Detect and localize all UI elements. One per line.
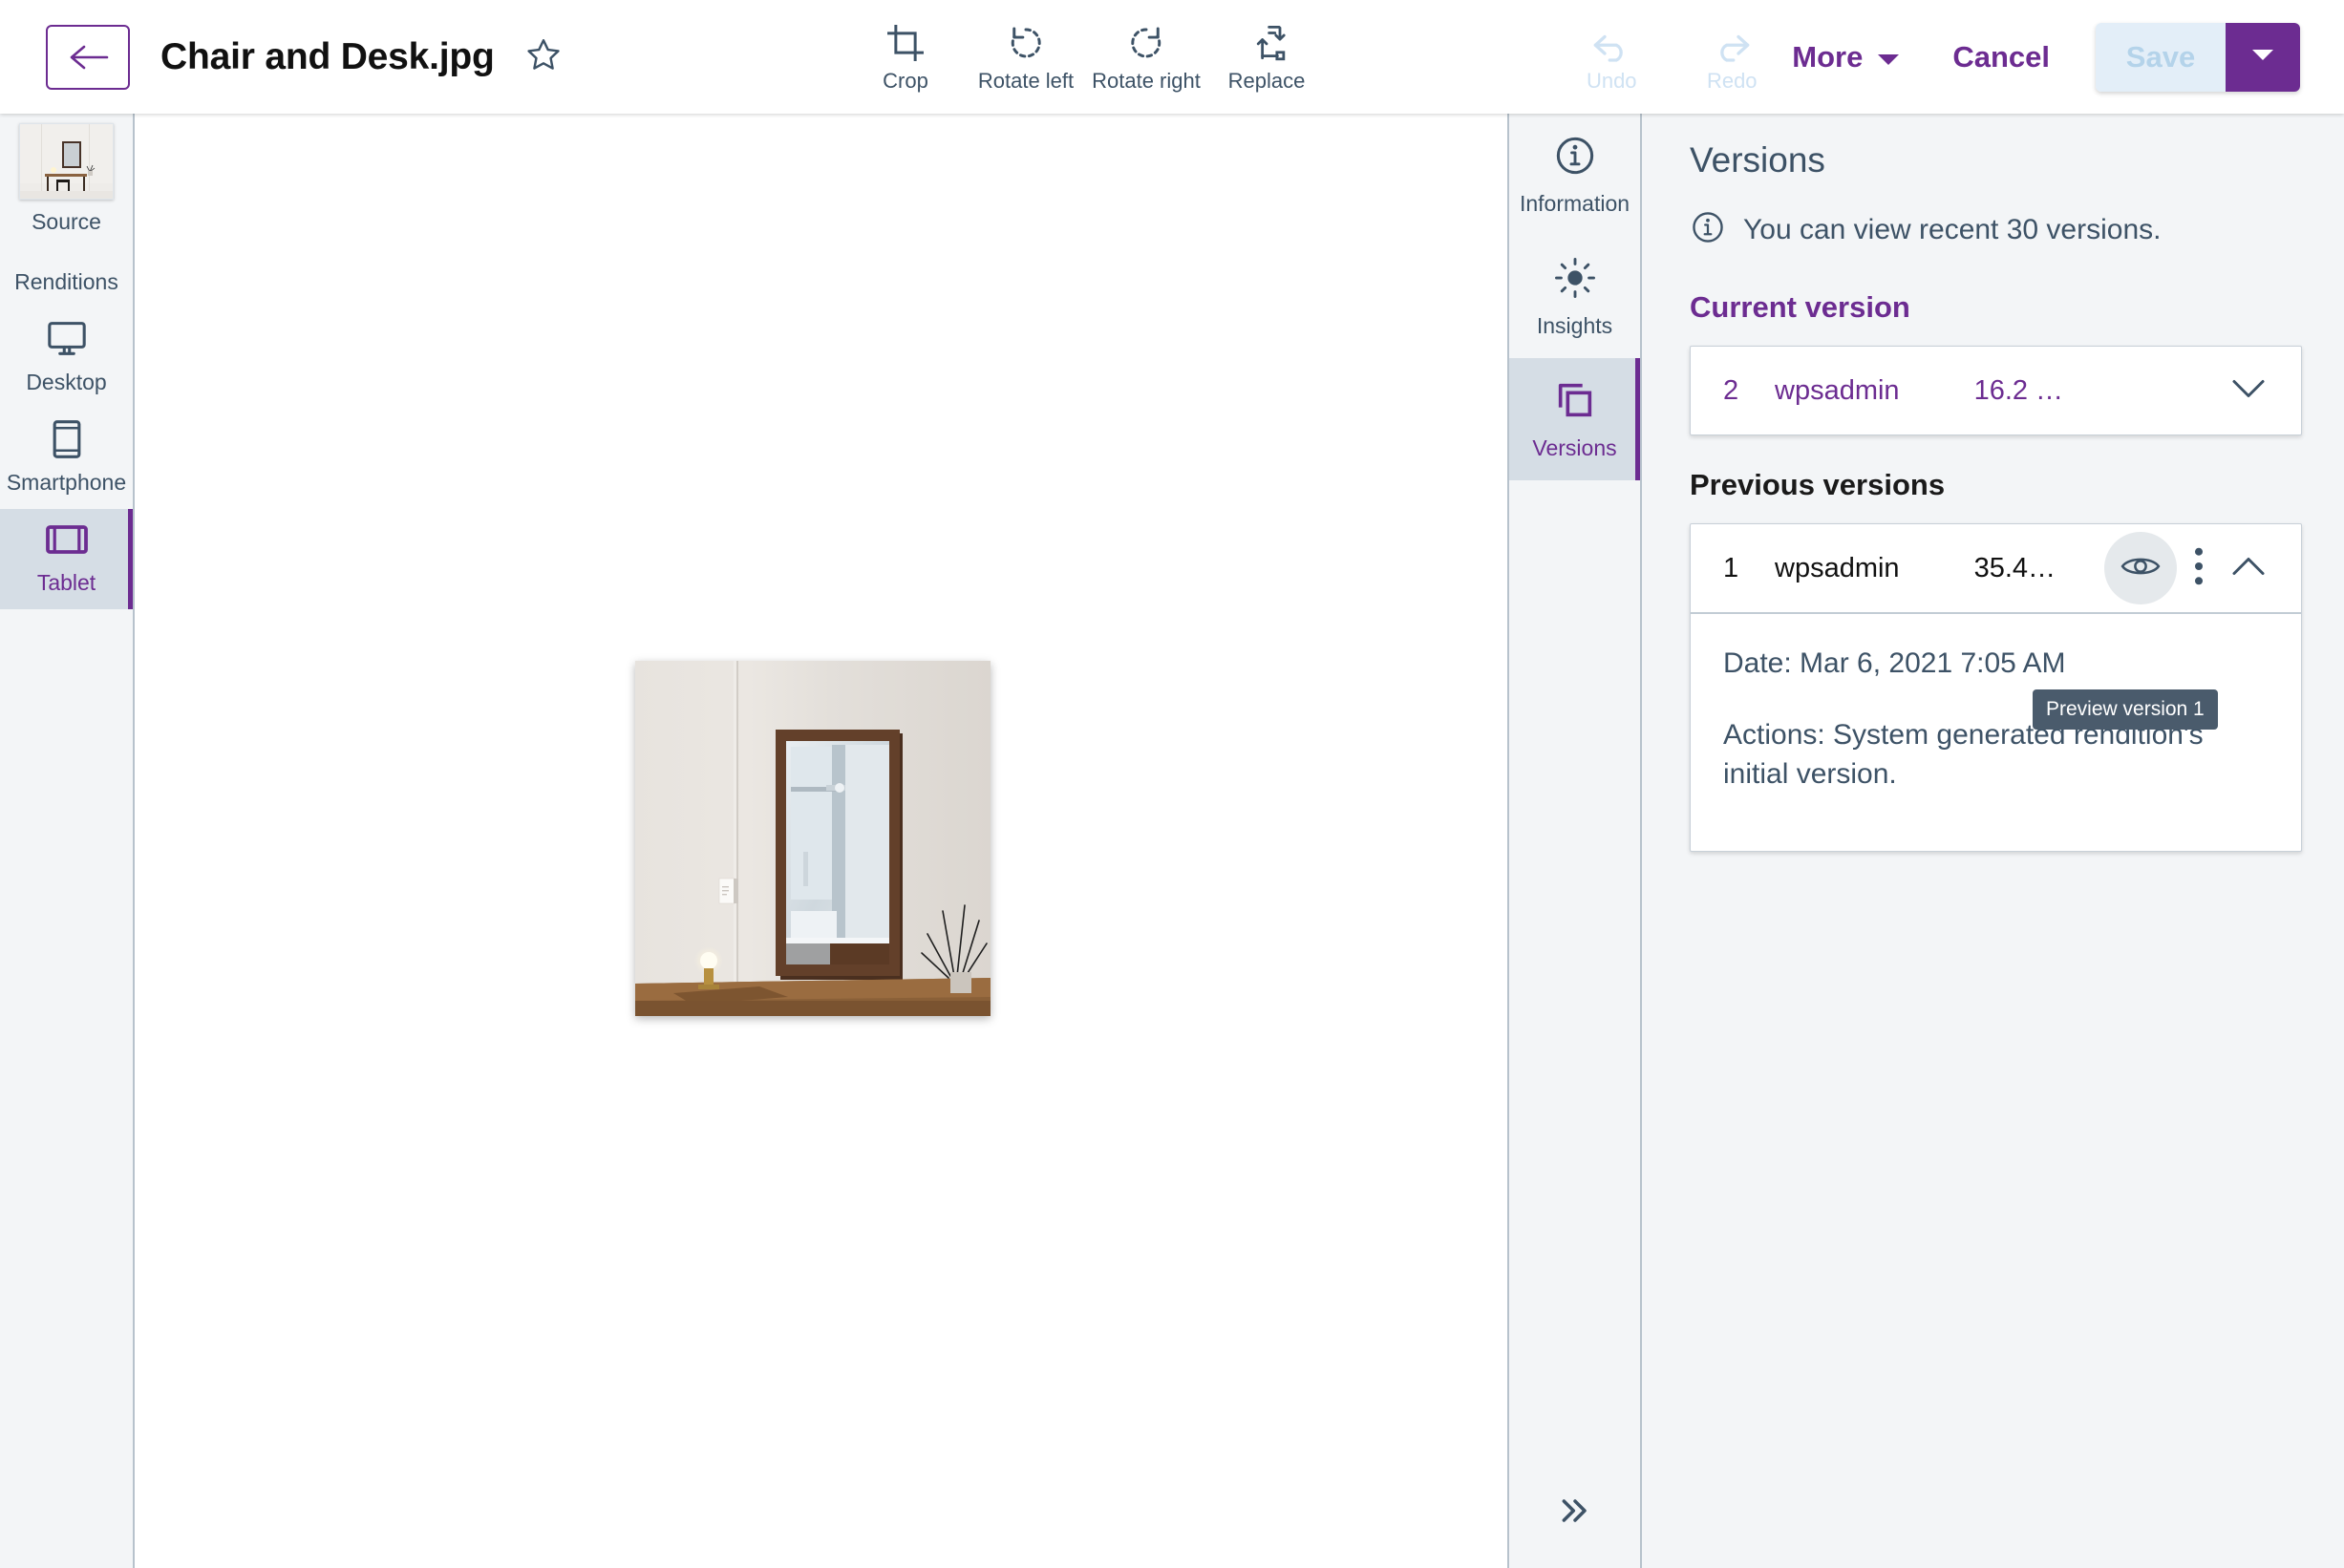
version-date: Date: Mar 6, 2021 7:05 AM xyxy=(1723,645,2258,684)
rail-item-insights[interactable]: Insights xyxy=(1509,236,1640,358)
collapse-panel-button[interactable] xyxy=(1509,1494,1640,1532)
sidebar-item-smartphone-label: Smartphone xyxy=(7,470,126,496)
versions-note-text: You can view recent 30 versions. xyxy=(1743,214,2161,246)
replace-icon xyxy=(1247,21,1287,63)
more-label: More xyxy=(1792,40,1863,74)
cancel-button[interactable]: Cancel xyxy=(1952,40,2050,74)
favorite-button[interactable] xyxy=(520,33,567,81)
header-right-group: Undo Redo More Cancel Save xyxy=(1551,0,2344,114)
replace-button[interactable]: Replace xyxy=(1206,10,1327,105)
caret-down-icon xyxy=(1876,40,1901,74)
current-version-expand-button[interactable] xyxy=(2221,362,2276,419)
preview-version-tooltip: Preview version 1 xyxy=(2033,689,2218,730)
back-button[interactable] xyxy=(46,25,130,90)
rail-item-information[interactable]: Information xyxy=(1509,114,1640,236)
current-version-number: 2 xyxy=(1723,375,1765,407)
versions-panel-title: Versions xyxy=(1690,140,2302,180)
inspector-rail: Information Insights xyxy=(1507,114,1642,1568)
sidebar-item-tablet-label: Tablet xyxy=(37,570,96,596)
sidebar-item-source-label: Source xyxy=(32,209,101,235)
renditions-sidebar: Source Renditions Desktop xyxy=(0,114,135,1568)
rail-item-versions[interactable]: Versions xyxy=(1509,358,1640,480)
rotate-right-label: Rotate right xyxy=(1092,69,1201,94)
current-version-heading: Current version xyxy=(1690,290,2302,325)
save-button[interactable]: Save xyxy=(2096,23,2226,92)
sidebar-item-desktop[interactable]: Desktop xyxy=(0,308,133,409)
previous-version-row[interactable]: 1 wpsadmin 35.4… xyxy=(1691,524,2301,612)
image-canvas[interactable] xyxy=(135,114,1507,1568)
header-tools-group: Crop Rotate left Rotat xyxy=(845,0,1327,114)
rendition-preview-image xyxy=(635,661,991,1016)
rail-item-information-label: Information xyxy=(1520,191,1630,217)
previous-versions-heading: Previous versions xyxy=(1690,468,2302,502)
kebab-vertical-icon xyxy=(2193,546,2205,591)
previous-version-number: 1 xyxy=(1723,553,1765,584)
save-button-group: Save xyxy=(2096,23,2300,92)
rotate-left-icon xyxy=(1006,21,1046,63)
rotate-right-button[interactable]: Rotate right xyxy=(1086,10,1206,105)
save-dropdown-button[interactable] xyxy=(2226,23,2300,92)
rotate-left-button[interactable]: Rotate left xyxy=(966,10,1086,105)
version-options-button[interactable] xyxy=(2177,540,2221,597)
image-editor-window: Chair and Desk.jpg Crop xyxy=(0,0,2344,1568)
versions-note: You can view recent 30 versions. xyxy=(1690,209,2302,250)
editor-body: Source Renditions Desktop xyxy=(0,114,2344,1568)
caret-down-icon xyxy=(2250,47,2275,67)
current-version-user: wpsadmin xyxy=(1775,375,1900,407)
info-circle-icon xyxy=(1690,209,1726,250)
rotate-right-icon xyxy=(1126,21,1166,63)
previous-version-user: wpsadmin xyxy=(1775,553,1900,584)
rotate-left-label: Rotate left xyxy=(978,69,1074,94)
eye-icon xyxy=(2120,553,2161,584)
undo-button[interactable]: Undo xyxy=(1551,10,1672,105)
sidebar-item-smartphone[interactable]: Smartphone xyxy=(0,409,133,509)
insights-sun-icon xyxy=(1553,256,1597,305)
app-header: Chair and Desk.jpg Crop xyxy=(0,0,2344,114)
renditions-header: Renditions xyxy=(0,248,133,308)
previous-version-card: 1 wpsadmin 35.4… xyxy=(1690,523,2302,852)
crop-label: Crop xyxy=(883,69,928,94)
arrow-left-icon xyxy=(67,42,109,73)
replace-label: Replace xyxy=(1228,69,1306,94)
more-menu-button[interactable]: More xyxy=(1792,40,1901,74)
page-title: Chair and Desk.jpg xyxy=(160,36,495,78)
info-circle-icon xyxy=(1553,134,1597,182)
source-thumbnail xyxy=(19,123,114,200)
sidebar-item-desktop-label: Desktop xyxy=(26,370,106,395)
sidebar-item-tablet[interactable]: Tablet xyxy=(0,509,133,609)
redo-icon xyxy=(1712,21,1752,63)
current-version-row[interactable]: 2 wpsadmin 16.2 … xyxy=(1691,347,2301,434)
rail-item-versions-label: Versions xyxy=(1532,435,1616,461)
chevron-down-icon xyxy=(2231,378,2266,404)
previous-version-details: Date: Mar 6, 2021 7:05 AM Actions: Syste… xyxy=(1691,612,2301,851)
previous-version-size: 35.4… xyxy=(1974,553,2056,584)
current-version-card: 2 wpsadmin 16.2 … xyxy=(1690,346,2302,435)
desktop-icon xyxy=(46,318,88,360)
chevron-up-icon xyxy=(2231,556,2266,582)
chevron-double-right-icon xyxy=(1556,1494,1594,1532)
crop-icon xyxy=(885,21,926,63)
versions-copy-icon xyxy=(1553,378,1597,427)
preview-version-button[interactable] xyxy=(2104,532,2177,604)
undo-label: Undo xyxy=(1587,69,1637,94)
redo-button[interactable]: Redo xyxy=(1672,10,1792,105)
versions-panel: Versions You can view recent 30 versions… xyxy=(1642,114,2344,1568)
tablet-icon xyxy=(44,519,90,561)
star-outline-icon xyxy=(524,36,563,78)
undo-icon xyxy=(1591,21,1631,63)
redo-label: Redo xyxy=(1707,69,1758,94)
header-left-group: Chair and Desk.jpg xyxy=(0,25,567,90)
previous-version-collapse-button[interactable] xyxy=(2221,540,2276,597)
smartphone-icon xyxy=(49,418,85,460)
rail-item-insights-label: Insights xyxy=(1537,313,1612,339)
current-version-size: 16.2 … xyxy=(1974,375,2064,407)
crop-button[interactable]: Crop xyxy=(845,10,966,105)
sidebar-item-source[interactable]: Source xyxy=(0,114,133,248)
